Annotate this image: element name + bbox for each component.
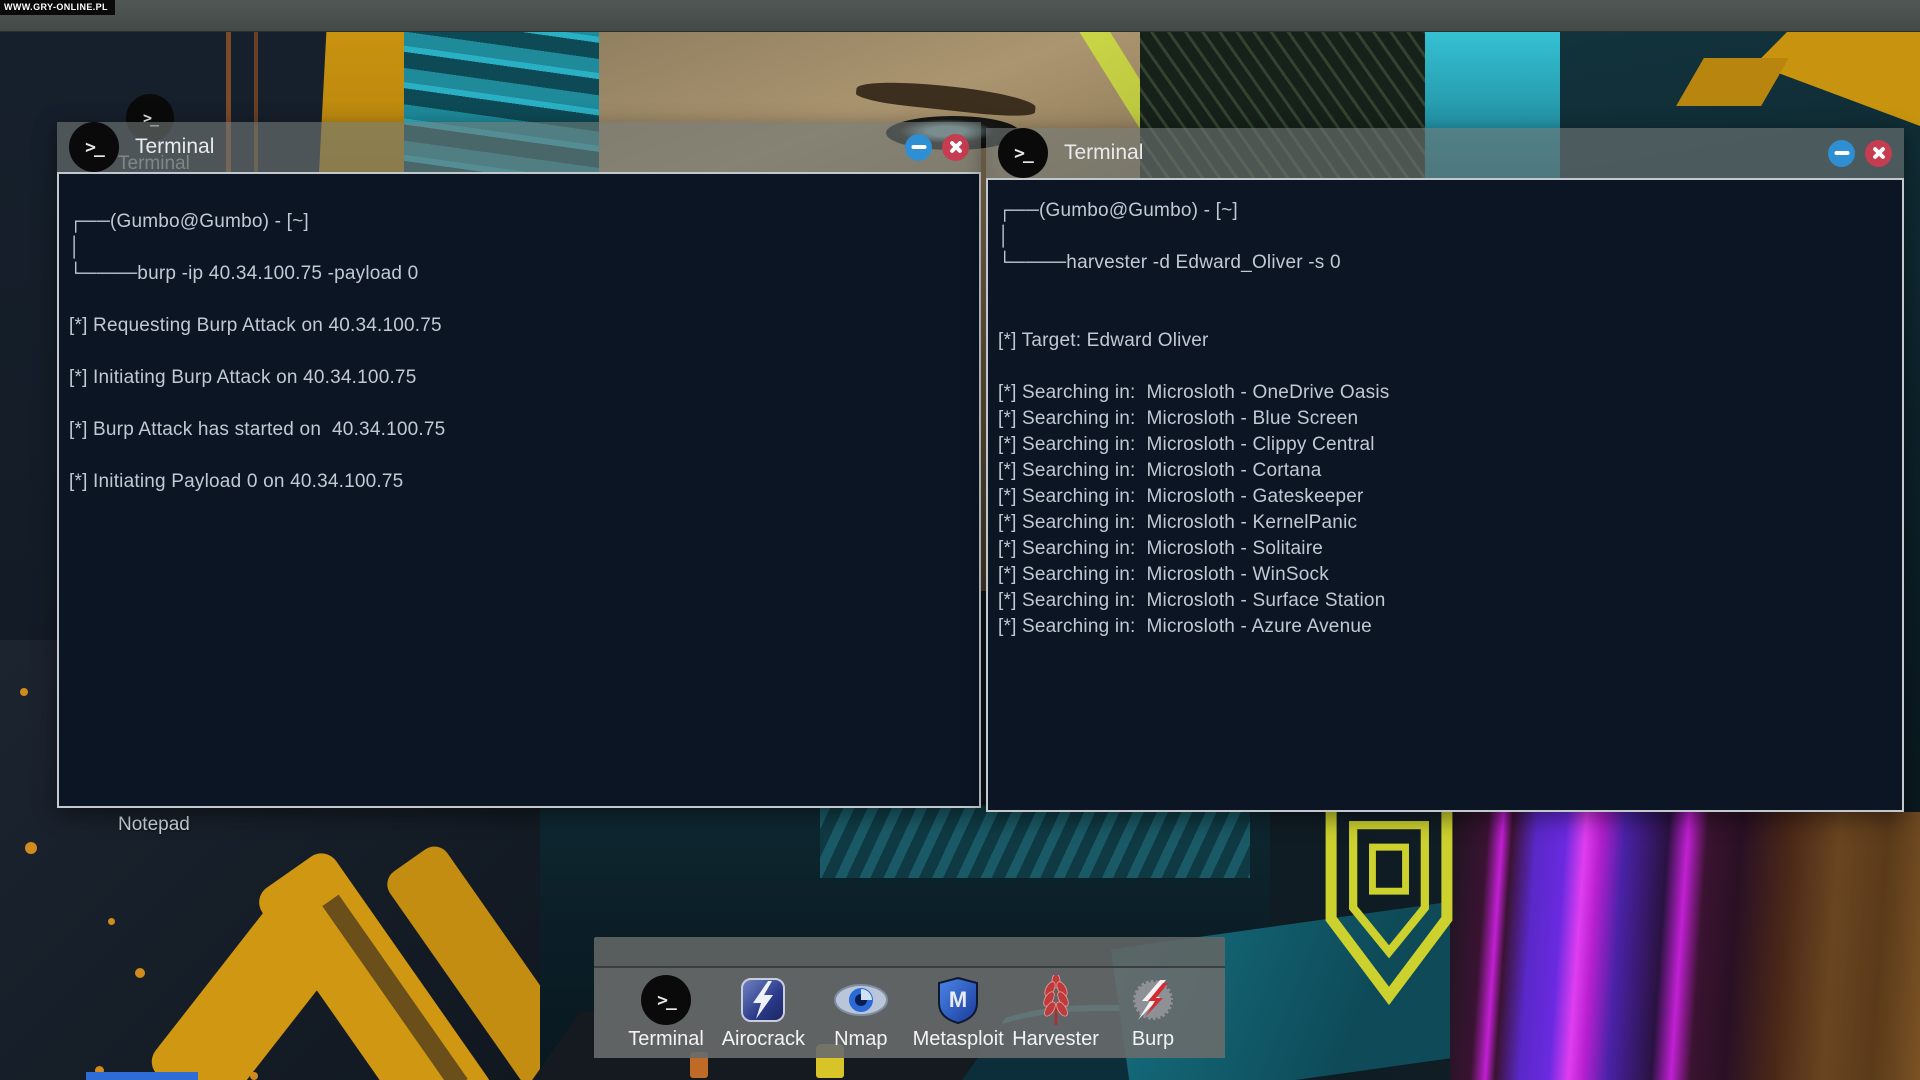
terminal-line: │ <box>998 224 1892 250</box>
terminal-line: [*] Burp Attack has started on 40.34.100… <box>69 417 969 443</box>
dock-item-nmap[interactable]: Nmap <box>813 974 909 1058</box>
terminal-line: ┌──(Gumbo@Gumbo) - [~] <box>69 209 969 235</box>
terminal-line: [*] Searching in: Microsloth - WinSock <box>998 562 1892 588</box>
terminal-line: └────burp -ip 40.34.100.75 -payload 0 <box>69 261 969 287</box>
dock-item-burp[interactable]: Burp <box>1105 974 1201 1058</box>
window-title: Terminal <box>135 135 214 159</box>
desktop-icon-notepad-label[interactable]: Notepad <box>118 814 190 836</box>
terminal-line <box>69 287 969 313</box>
wallpaper-shape-shield-emblem <box>1320 792 1458 1007</box>
dock-item-label: Burp <box>1132 1028 1174 1051</box>
window-title: Terminal <box>1064 141 1143 165</box>
wallpaper-shape-blue-sliver <box>86 1072 198 1080</box>
terminal-line: [*] Initiating Burp Attack on 40.34.100.… <box>69 365 969 391</box>
terminal-line: [*] Searching in: Microsloth - KernelPan… <box>998 510 1892 536</box>
harvester-icon <box>1041 974 1071 1026</box>
airocrack-icon <box>740 974 786 1026</box>
desktop-screen: WWW.GRY-ONLINE.PL >_ Terminal Notepad >_… <box>0 0 1920 1080</box>
minimize-button[interactable] <box>1828 140 1855 167</box>
nmap-icon <box>833 974 889 1026</box>
watermark-label: WWW.GRY-ONLINE.PL <box>0 0 115 15</box>
terminal-window-harvester: >_ Terminal ┌──(Gumbo@Gumbo) - [~]│└────… <box>986 128 1904 812</box>
dock-item-label: Harvester <box>1012 1028 1099 1051</box>
terminal-icon: >_ <box>641 974 691 1026</box>
terminal-line <box>998 276 1892 302</box>
dock-item-harvester[interactable]: Harvester <box>1008 974 1104 1058</box>
metasploit-icon: M <box>937 974 979 1026</box>
wallpaper-shape-neon-fabric <box>1450 812 1920 1080</box>
terminal-output[interactable]: ┌──(Gumbo@Gumbo) - [~]│└────harvester -d… <box>986 178 1904 812</box>
terminal-line: [*] Searching in: Microsloth - Blue Scre… <box>998 406 1892 432</box>
terminal-icon: >_ <box>998 128 1048 178</box>
terminal-line: [*] Target: Edward Oliver <box>998 328 1892 354</box>
terminal-line <box>69 339 969 365</box>
svg-text:M: M <box>949 987 967 1012</box>
dock-item-airocrack[interactable]: Airocrack <box>715 974 811 1058</box>
terminal-line: [*] Searching in: Microsloth - Surface S… <box>998 588 1892 614</box>
terminal-icon: >_ <box>69 122 119 172</box>
terminal-line: [*] Searching in: Microsloth - Gateskeep… <box>998 484 1892 510</box>
terminal-line: [*] Searching in: Microsloth - Azure Ave… <box>998 614 1892 640</box>
dock-item-label: Metasploit <box>913 1028 1004 1051</box>
terminal-line: [*] Searching in: Microsloth - Cortana <box>998 458 1892 484</box>
terminal-line: [*] Searching in: Microsloth - Clippy Ce… <box>998 432 1892 458</box>
terminal-line <box>998 354 1892 380</box>
dock-handle[interactable] <box>594 937 1225 968</box>
terminal-line: ┌──(Gumbo@Gumbo) - [~] <box>998 198 1892 224</box>
dock-item-label: Airocrack <box>722 1028 805 1051</box>
burp-icon <box>1130 974 1176 1026</box>
dock: >_ Terminal Airocrack <box>594 937 1225 1058</box>
terminal-line: [*] Requesting Burp Attack on 40.34.100.… <box>69 313 969 339</box>
terminal-line: [*] Searching in: Microsloth - OneDrive … <box>998 380 1892 406</box>
dock-item-label: Terminal <box>628 1028 704 1051</box>
dock-items: >_ Terminal Airocrack <box>594 968 1225 1058</box>
terminal-line <box>69 443 969 469</box>
dock-item-metasploit[interactable]: M Metasploit <box>910 974 1006 1058</box>
terminal-line <box>998 302 1892 328</box>
terminal-line: │ <box>69 235 969 261</box>
dock-item-terminal[interactable]: >_ Terminal <box>618 974 714 1058</box>
terminal-line: [*] Initiating Payload 0 on 40.34.100.75 <box>69 469 969 495</box>
titlebar[interactable]: >_ Terminal <box>57 122 981 172</box>
close-button[interactable] <box>942 134 969 161</box>
titlebar[interactable]: >_ Terminal <box>986 128 1904 178</box>
terminal-output[interactable]: ┌──(Gumbo@Gumbo) - [~]│└────burp -ip 40.… <box>57 172 981 808</box>
terminal-window-burp: >_ Terminal ┌──(Gumbo@Gumbo) - [~]│└────… <box>57 122 981 808</box>
dock-item-label: Nmap <box>834 1028 887 1051</box>
close-button[interactable] <box>1865 140 1892 167</box>
minimize-button[interactable] <box>905 134 932 161</box>
terminal-line: [*] Searching in: Microsloth - Solitaire <box>998 536 1892 562</box>
wallpaper-shape-belt <box>820 806 1250 878</box>
terminal-line: └────harvester -d Edward_Oliver -s 0 <box>998 250 1892 276</box>
terminal-line <box>69 391 969 417</box>
top-bar <box>0 0 1920 32</box>
